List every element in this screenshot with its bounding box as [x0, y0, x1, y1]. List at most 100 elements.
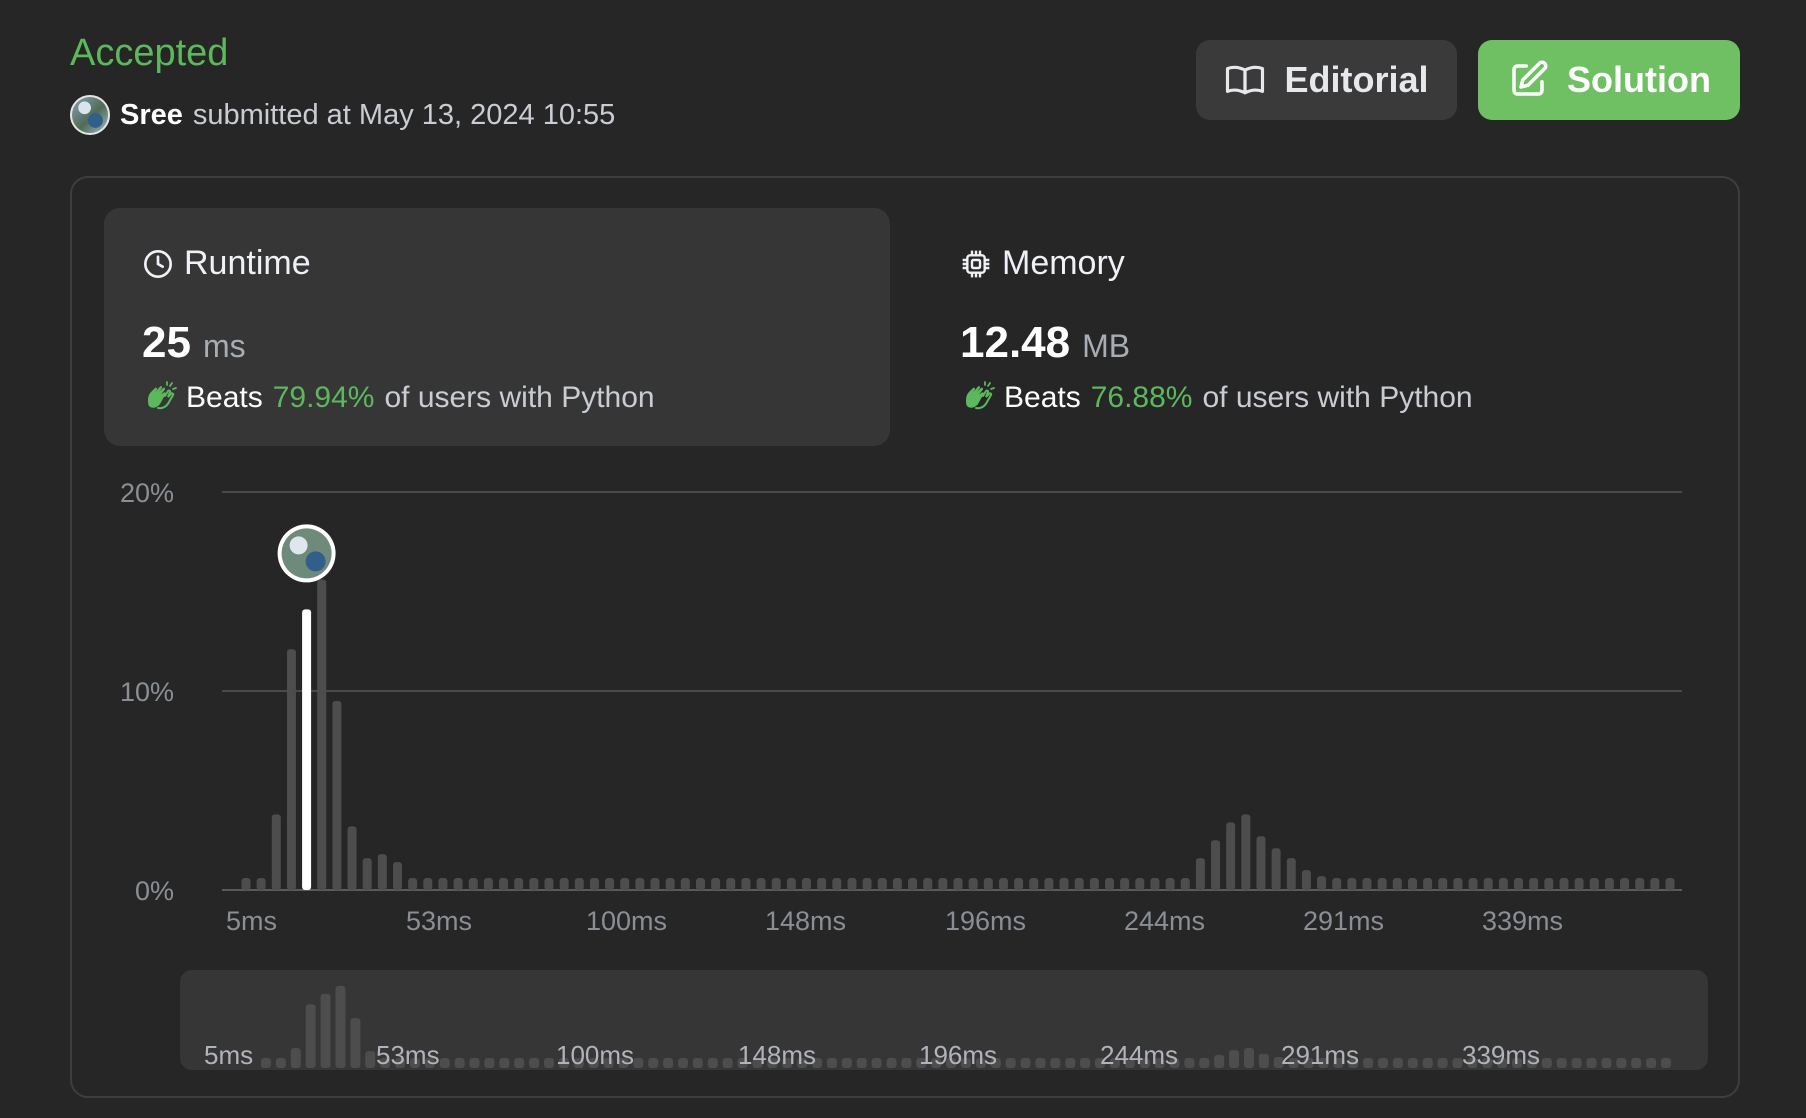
distribution-bar[interactable] — [1301, 870, 1311, 890]
distribution-bar[interactable] — [1574, 878, 1584, 890]
distribution-bar[interactable] — [271, 814, 281, 890]
distribution-bar[interactable] — [1529, 878, 1539, 890]
distribution-bar[interactable] — [529, 878, 539, 890]
distribution-bar[interactable] — [786, 878, 796, 890]
distribution-bar[interactable] — [1180, 878, 1190, 890]
distribution-bar[interactable] — [1241, 814, 1251, 890]
distribution-bar[interactable] — [1407, 878, 1417, 890]
distribution-bar[interactable] — [1559, 878, 1569, 890]
distribution-bar[interactable] — [1044, 878, 1054, 890]
distribution-bar[interactable] — [1074, 878, 1084, 890]
distribution-bar[interactable] — [332, 700, 342, 890]
distribution-bar[interactable] — [605, 878, 615, 890]
distribution-bar[interactable] — [620, 878, 630, 890]
distribution-bar[interactable] — [1059, 878, 1069, 890]
distribution-bar[interactable] — [665, 878, 675, 890]
distribution-bar[interactable] — [1483, 878, 1493, 890]
distribution-bar[interactable] — [1271, 848, 1281, 890]
distribution-bar[interactable] — [1104, 878, 1114, 890]
distribution-bar[interactable] — [877, 878, 887, 890]
distribution-bar[interactable] — [1498, 878, 1508, 890]
distribution-bar[interactable] — [953, 878, 963, 890]
selected-bar[interactable] — [302, 609, 312, 890]
distribution-bar[interactable] — [802, 878, 812, 890]
distribution-bar[interactable] — [1286, 858, 1296, 890]
distribution-bar[interactable] — [680, 878, 690, 890]
distribution-bar[interactable] — [1089, 878, 1099, 890]
distribution-bar[interactable] — [726, 878, 736, 890]
distribution-bar[interactable] — [968, 878, 978, 890]
distribution-bar[interactable] — [1665, 878, 1675, 890]
distribution-bar[interactable] — [453, 878, 463, 890]
distribution-bar[interactable] — [1635, 878, 1645, 890]
distribution-bar[interactable] — [741, 878, 751, 890]
distribution-bar[interactable] — [1256, 836, 1266, 890]
distribution-bar[interactable] — [1468, 878, 1478, 890]
solution-button[interactable]: Solution — [1478, 40, 1740, 120]
distribution-bar[interactable] — [499, 878, 509, 890]
distribution-bar[interactable] — [438, 878, 448, 890]
distribution-bar[interactable] — [711, 878, 721, 890]
distribution-bar[interactable] — [377, 854, 387, 890]
distribution-bar[interactable] — [1165, 878, 1175, 890]
user-name[interactable]: Sree — [120, 99, 183, 132]
chart-overview-brush[interactable]: 5ms 53ms 100ms 148ms 196ms 244ms 291ms 339ms — [180, 970, 1708, 1070]
distribution-bar[interactable] — [241, 878, 251, 890]
distribution-bar[interactable] — [1150, 878, 1160, 890]
distribution-bar[interactable] — [832, 878, 842, 890]
distribution-bar[interactable] — [1650, 878, 1660, 890]
distribution-bar[interactable] — [1438, 878, 1448, 890]
distribution-bar[interactable] — [347, 826, 357, 890]
distribution-bar[interactable] — [1453, 878, 1463, 890]
distribution-bar[interactable] — [559, 878, 569, 890]
distribution-bar[interactable] — [847, 878, 857, 890]
distribution-bar[interactable] — [998, 878, 1008, 890]
editorial-button[interactable]: Editorial — [1196, 40, 1457, 120]
distribution-bar[interactable] — [1317, 876, 1327, 890]
distribution-bar[interactable] — [256, 878, 266, 890]
distribution-bar[interactable] — [1211, 840, 1221, 890]
distribution-bar[interactable] — [408, 878, 418, 890]
distribution-bar[interactable] — [1377, 878, 1387, 890]
distribution-bar[interactable] — [423, 878, 433, 890]
distribution-bar[interactable] — [983, 878, 993, 890]
distribution-bar[interactable] — [635, 878, 645, 890]
distribution-bar[interactable] — [1195, 858, 1205, 890]
distribution-bar[interactable] — [1120, 878, 1130, 890]
distribution-bar[interactable] — [650, 878, 660, 890]
distribution-bar[interactable] — [1226, 822, 1236, 890]
distribution-bar[interactable] — [1135, 878, 1145, 890]
distribution-bar[interactable] — [286, 649, 296, 890]
distribution-bar[interactable] — [908, 878, 918, 890]
avatar[interactable] — [70, 95, 110, 135]
distribution-bar[interactable] — [589, 878, 599, 890]
distribution-bar[interactable] — [1014, 878, 1024, 890]
distribution-bar[interactable] — [544, 878, 554, 890]
distribution-bar[interactable] — [1514, 878, 1524, 890]
distribution-bar[interactable] — [317, 579, 327, 890]
distribution-bar[interactable] — [1544, 878, 1554, 890]
runtime-distribution-chart[interactable]: 20% 10% 0% 5ms 53ms 100ms 148ms 196ms 244ms 291ms… — [72, 178, 1738, 958]
distribution-bar[interactable] — [892, 878, 902, 890]
distribution-bar[interactable] — [923, 878, 933, 890]
distribution-bar[interactable] — [1423, 878, 1433, 890]
distribution-bar[interactable] — [1604, 878, 1614, 890]
distribution-bar[interactable] — [695, 878, 705, 890]
distribution-bar[interactable] — [1332, 878, 1342, 890]
distribution-bar[interactable] — [1362, 878, 1372, 890]
distribution-bar[interactable] — [771, 878, 781, 890]
distribution-bar[interactable] — [1029, 878, 1039, 890]
distribution-bar[interactable] — [1620, 878, 1630, 890]
distribution-bar[interactable] — [1392, 878, 1402, 890]
distribution-bar[interactable] — [362, 858, 372, 890]
distribution-bar[interactable] — [1347, 878, 1357, 890]
distribution-bar[interactable] — [468, 878, 478, 890]
distribution-bar[interactable] — [817, 878, 827, 890]
distribution-bar[interactable] — [483, 878, 493, 890]
distribution-bar[interactable] — [756, 878, 766, 890]
distribution-bar[interactable] — [514, 878, 524, 890]
distribution-bar[interactable] — [938, 878, 948, 890]
distribution-bar[interactable] — [392, 862, 402, 890]
distribution-bar[interactable] — [1589, 878, 1599, 890]
distribution-bar[interactable] — [574, 878, 584, 890]
